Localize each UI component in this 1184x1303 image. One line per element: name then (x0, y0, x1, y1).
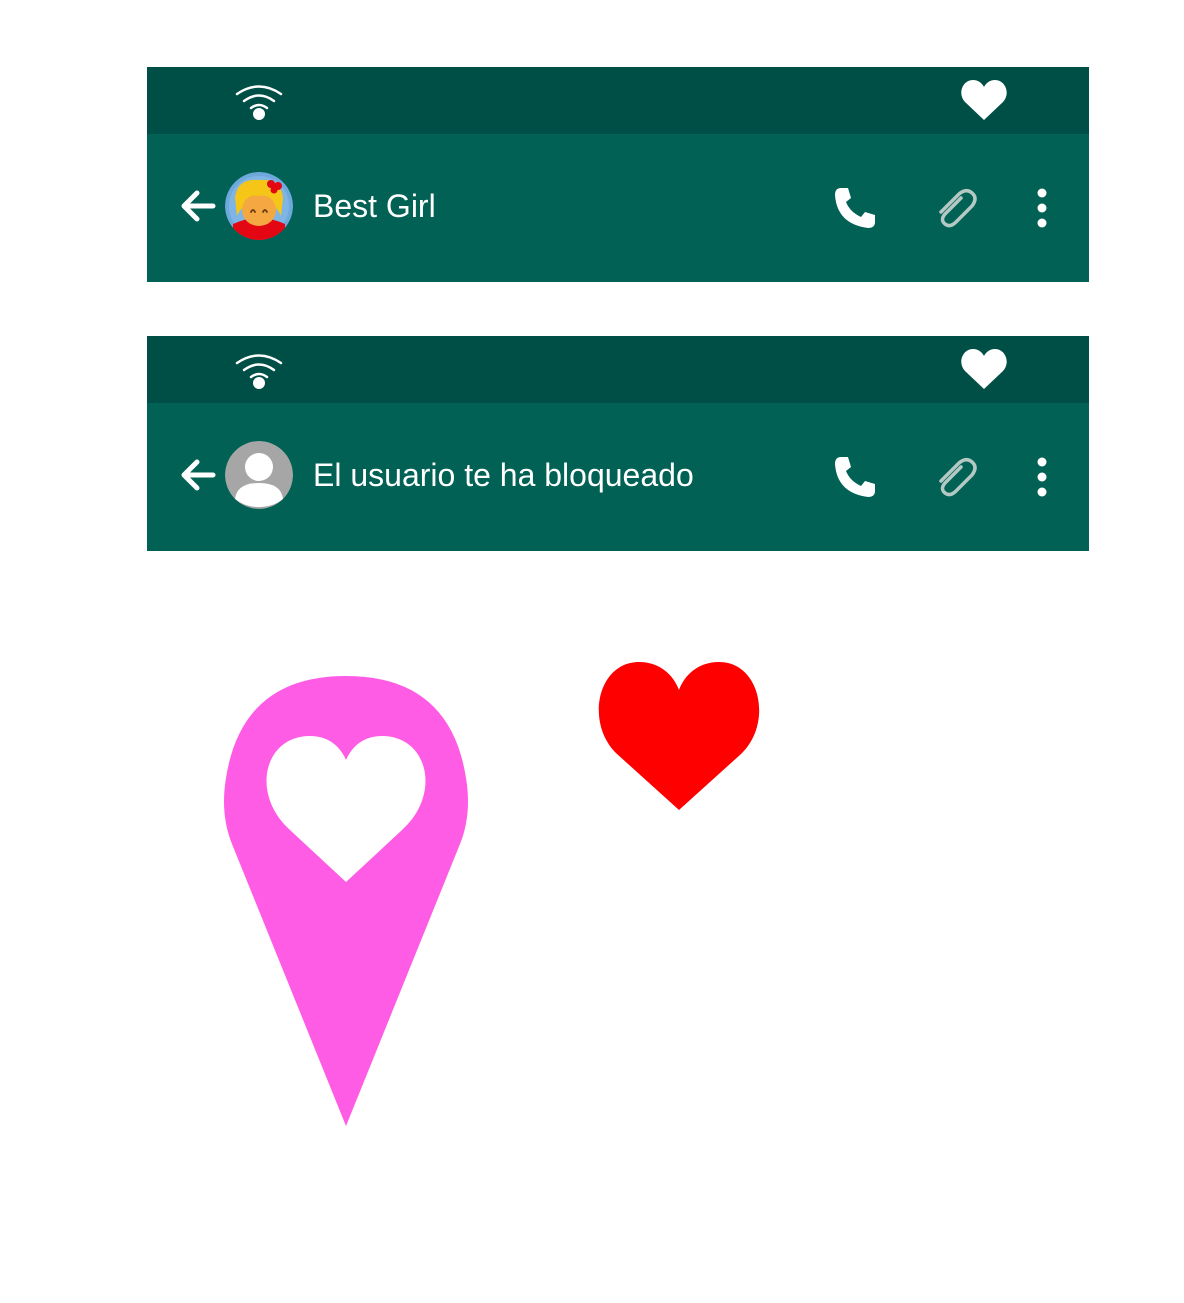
chat-header-best-girl: Best Girl (147, 67, 1089, 282)
wifi-icon (235, 85, 283, 120)
wifi-icon (235, 354, 283, 389)
heart-icon (961, 349, 1007, 389)
paperclip-icon[interactable] (931, 184, 979, 232)
chat-header-blocked: El usuario te ha bloqueado (147, 336, 1089, 551)
contact-name[interactable]: Best Girl (313, 186, 436, 226)
toolbar: El usuario te ha bloqueado (147, 403, 1089, 551)
red-heart-icon (598, 662, 760, 810)
more-vertical-icon[interactable] (1027, 184, 1057, 232)
arrow-left-icon[interactable] (177, 186, 217, 226)
status-bar (147, 67, 1089, 134)
phone-icon[interactable] (831, 184, 879, 232)
girl-avatar[interactable] (225, 172, 293, 240)
paperclip-icon[interactable] (931, 453, 979, 501)
more-vertical-icon[interactable] (1027, 453, 1057, 501)
status-bar (147, 336, 1089, 403)
default-user-avatar[interactable] (225, 441, 293, 509)
heart-icon (961, 80, 1007, 120)
toolbar: Best Girl (147, 134, 1089, 282)
arrow-left-icon[interactable] (177, 455, 217, 495)
heart-location-pin-icon (224, 676, 468, 1126)
phone-icon[interactable] (831, 453, 879, 501)
canvas: Best Girl El usuario te ha bloqueado (0, 0, 1184, 1303)
contact-name[interactable]: El usuario te ha bloqueado (313, 455, 694, 495)
